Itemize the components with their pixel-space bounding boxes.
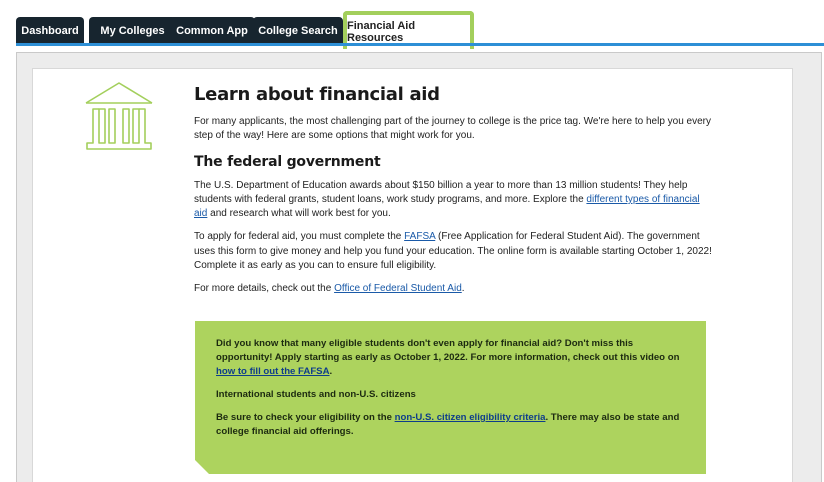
tab-label: Financial Aid Resources xyxy=(347,20,416,44)
text: . xyxy=(461,283,465,295)
text: To apply for federal aid, you must compl… xyxy=(194,231,405,243)
text: . xyxy=(329,366,333,377)
fafsa-video-link[interactable]: how to fill out the FAFSA xyxy=(216,366,330,377)
tab-bar: Dashboard My Colleges Common App College… xyxy=(16,11,824,49)
text: Did you know that many eligible students… xyxy=(216,338,680,363)
details-paragraph: For more details, check out the Office o… xyxy=(194,282,714,296)
text: For more details, check out the xyxy=(194,283,335,295)
federal-heading: The federal government xyxy=(194,153,381,170)
tab-label: College Search xyxy=(258,25,338,37)
tab-dashboard[interactable]: Dashboard xyxy=(16,17,84,45)
tab-bar-underline xyxy=(16,43,824,46)
text: and research what will work best for you… xyxy=(207,208,391,220)
tab-label: My Colleges xyxy=(100,25,165,37)
page-title: Learn about financial aid xyxy=(194,84,440,105)
tab-my-colleges[interactable]: My Colleges xyxy=(89,17,176,45)
tab-common-app[interactable]: Common App xyxy=(169,17,255,45)
international-heading: International students and non-U.S. citi… xyxy=(216,389,416,400)
fafsa-link[interactable]: FAFSA xyxy=(404,231,435,242)
tab-label: Dashboard xyxy=(21,25,79,37)
financial-aid-article: Learn about financial aid For many appli… xyxy=(194,84,714,306)
federal-paragraph: The U.S. Department of Education awards … xyxy=(194,179,714,222)
intro-paragraph: For many applicants, the most challengin… xyxy=(194,116,712,142)
info-callout: Did you know that many eligible students… xyxy=(195,321,706,474)
tab-label: Common App xyxy=(176,25,248,37)
callout-paragraph: Did you know that many eligible students… xyxy=(216,337,684,379)
eligibility-criteria-link[interactable]: non-U.S. citizen eligibility criteria xyxy=(395,412,546,423)
bank-building-icon xyxy=(85,82,153,150)
federal-student-aid-link[interactable]: Office of Federal Student Aid xyxy=(334,283,462,294)
text: Be sure to check your eligibility on the xyxy=(216,412,395,423)
fafsa-paragraph: To apply for federal aid, you must compl… xyxy=(194,230,714,273)
eligibility-paragraph: Be sure to check your eligibility on the… xyxy=(216,411,684,439)
tab-college-search[interactable]: College Search xyxy=(253,17,343,45)
